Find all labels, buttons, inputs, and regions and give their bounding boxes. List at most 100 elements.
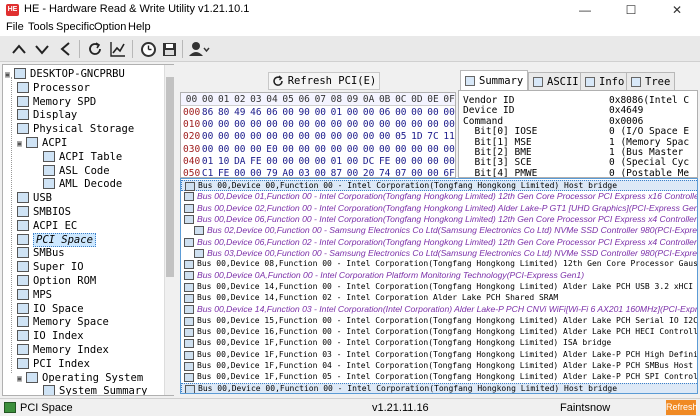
tree-node[interactable]: ▣ DESKTOP-GNCPRBU	[5, 67, 125, 81]
hex-cell[interactable]: 10	[215, 156, 232, 168]
chevron-up-icon[interactable]	[8, 38, 30, 60]
hex-cell[interactable]: 00	[328, 131, 345, 143]
pci-device-row[interactable]: Bus 00,Device 08,Function 00 - Intel Cor…	[181, 259, 697, 270]
tree-node[interactable]: Super IO	[17, 260, 84, 274]
tree-node[interactable]: ASL Code	[43, 164, 110, 178]
hex-cell[interactable]: 87	[328, 168, 345, 177]
pci-device-row[interactable]: Bus 00,Device 14,Function 03 - Intel Cor…	[181, 304, 697, 315]
hex-cell[interactable]: 00	[441, 119, 455, 131]
hex-cell[interactable]: 00	[441, 144, 455, 156]
pci-device-row[interactable]: Bus 02,Device 00,Function 00 - Samsung E…	[181, 225, 697, 236]
pci-device-row[interactable]: Bus 00,Device 06,Function 02 - Intel Cor…	[181, 237, 697, 248]
hex-cell[interactable]: 06	[376, 107, 393, 119]
pci-device-row[interactable]: Bus 00,Device 02,Function 00 - Intel Cor…	[181, 203, 697, 214]
hex-cell[interactable]: 7C	[425, 131, 442, 143]
hex-cell[interactable]: 00	[264, 119, 281, 131]
hex-cell[interactable]: 00	[312, 144, 329, 156]
pci-device-row[interactable]: Bus 03,Device 00,Function 00 - Samsung E…	[181, 248, 697, 259]
summary-panel[interactable]: Vendor ID 0x8086(Intel C Device ID 0x4649 Co…	[458, 90, 698, 178]
hex-cell[interactable]: 00	[344, 144, 361, 156]
tree-node[interactable]: USB	[17, 191, 52, 205]
hex-cell[interactable]: 00	[280, 119, 297, 131]
hex-cell[interactable]: 00	[408, 156, 425, 168]
tree-node[interactable]: PCI Space	[17, 232, 96, 247]
hex-cell[interactable]: 00	[264, 131, 281, 143]
hex-cell[interactable]: 00	[312, 107, 329, 119]
hex-cell[interactable]: 00	[280, 131, 297, 143]
tree-node[interactable]: Option ROM	[17, 274, 96, 288]
hex-cell[interactable]: 11	[441, 131, 455, 143]
tree-node[interactable]: IO Space	[17, 302, 84, 316]
hex-cell[interactable]: 00	[247, 131, 264, 143]
hex-cell[interactable]: 00	[280, 144, 297, 156]
hex-cell[interactable]: 00	[376, 119, 393, 131]
hex-cell[interactable]: 00	[247, 119, 264, 131]
hex-cell[interactable]: 00	[408, 168, 425, 177]
hex-cell[interactable]: 00	[425, 107, 442, 119]
hex-cell[interactable]: C1	[199, 168, 216, 177]
hex-cell[interactable]: 6F	[441, 168, 455, 177]
hex-cell[interactable]: 00	[376, 131, 393, 143]
hex-cell[interactable]: 00	[392, 119, 409, 131]
tree-node[interactable]: ACPI EC	[17, 219, 77, 233]
hex-cell[interactable]: 00	[392, 156, 409, 168]
hex-cell[interactable]: 00	[392, 107, 409, 119]
hex-cell[interactable]: 74	[376, 168, 393, 177]
tab-summary[interactable]: Summary	[460, 70, 529, 90]
tree-scrollbar-thumb[interactable]	[166, 77, 174, 277]
refresh-pci-button[interactable]: Refresh PCI(E)	[268, 72, 380, 90]
pci-device-list[interactable]: Bus 00,Device 00,Function 00 - Intel Cor…	[180, 178, 698, 394]
tab-info[interactable]: Info	[580, 72, 630, 90]
pci-device-row[interactable]: Bus 00,Device 0A,Function 00 - Intel Cor…	[181, 270, 697, 281]
tree-node[interactable]: Processor	[17, 81, 90, 95]
hex-cell[interactable]: 80	[215, 107, 232, 119]
tree-node[interactable]: Memory Space	[17, 315, 109, 329]
pci-device-row[interactable]: Bus 00,Device 14,Function 00 - Intel Cor…	[181, 282, 697, 293]
hex-cell[interactable]: 00	[231, 119, 248, 131]
pci-device-row[interactable]: Bus 00,Device 00,Function 00 - Intel Cor…	[181, 180, 697, 191]
hex-cell[interactable]: 00	[296, 119, 313, 131]
tree-node[interactable]: ▣ Operating System	[17, 371, 143, 385]
hex-cell[interactable]: 00	[441, 156, 455, 168]
hex-cell[interactable]: 00	[425, 144, 442, 156]
hex-cell[interactable]: 01	[199, 156, 216, 168]
chevron-down-icon[interactable]	[31, 38, 53, 60]
hex-cell[interactable]: 00	[425, 156, 442, 168]
hex-cell[interactable]: 00	[264, 156, 281, 168]
hex-cell[interactable]: 20	[360, 168, 377, 177]
hex-cell[interactable]: 00	[296, 144, 313, 156]
pci-device-row[interactable]: Bus 00,Device 1F,Function 04 - Intel Cor…	[181, 361, 697, 372]
hex-cell[interactable]: 00	[199, 119, 216, 131]
tree-node[interactable]: System Summary	[43, 384, 148, 395]
hex-cell[interactable]: 00	[231, 168, 248, 177]
hex-cell[interactable]: 00	[296, 131, 313, 143]
hex-cell[interactable]: 01	[328, 156, 345, 168]
save-icon[interactable]	[158, 38, 180, 60]
hex-cell[interactable]: 00	[344, 107, 361, 119]
hex-cell[interactable]: 00	[328, 144, 345, 156]
hex-cell[interactable]: 00	[312, 119, 329, 131]
hex-cell[interactable]: 00	[231, 131, 248, 143]
hex-cell[interactable]: 86	[199, 107, 216, 119]
pci-device-row[interactable]: Bus 00,Device 1F,Function 03 - Intel Cor…	[181, 350, 697, 361]
hex-cell[interactable]: 00	[312, 156, 329, 168]
hex-cell[interactable]: DA	[231, 156, 248, 168]
tree-scrollbar[interactable]	[164, 65, 174, 395]
hex-cell[interactable]: 00	[344, 119, 361, 131]
tree-node[interactable]: PCI Index	[17, 357, 90, 371]
tab-tree[interactable]: Tree	[626, 72, 676, 90]
tree-node[interactable]: Physical Storage	[17, 122, 134, 136]
chart-icon[interactable]	[107, 38, 129, 60]
hex-cell[interactable]: FE	[215, 168, 232, 177]
hex-cell[interactable]: 01	[328, 107, 345, 119]
hex-cell[interactable]: 06	[264, 107, 281, 119]
hex-cell[interactable]: 00	[425, 119, 442, 131]
hex-cell[interactable]: 00	[312, 168, 329, 177]
tab-ascii[interactable]: ASCII	[528, 72, 584, 90]
status-refresh-button[interactable]: Refresh	[666, 400, 698, 415]
hex-cell[interactable]: 00	[344, 131, 361, 143]
menu-tools[interactable]: Tools	[28, 21, 54, 33]
pci-device-row[interactable]: Bus 00,Device 1F,Function 05 - Intel Cor…	[181, 372, 697, 383]
pci-device-row[interactable]: Bus 00,Device 00,Function 00 - Intel Cor…	[181, 383, 697, 393]
hex-cell[interactable]: 00	[328, 119, 345, 131]
